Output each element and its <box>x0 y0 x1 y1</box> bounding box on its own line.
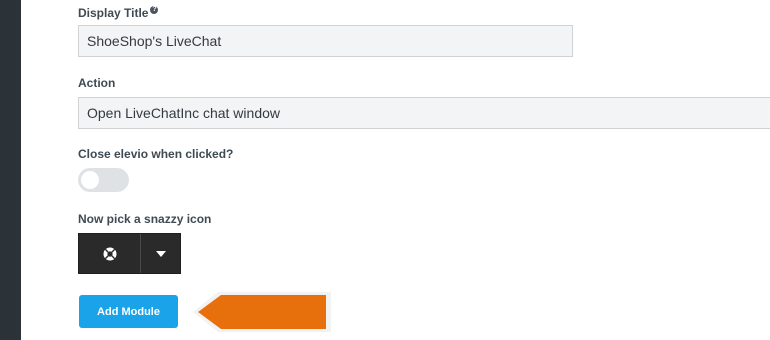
icon-picker-label: Now pick a snazzy icon <box>78 212 212 226</box>
display-title-value: ShoeShop's LiveChat <box>87 33 222 49</box>
lifebuoy-icon <box>103 247 116 260</box>
display-title-label-text: Display Title <box>78 6 149 20</box>
action-value: Open LiveChatInc chat window <box>87 105 280 121</box>
close-when-clicked-toggle[interactable] <box>78 168 129 192</box>
action-select[interactable]: Open LiveChatInc chat window <box>78 97 770 129</box>
display-title-label: Display Title? <box>78 6 159 20</box>
close-when-clicked-label: Close elevio when clicked? <box>78 147 234 161</box>
action-label: Action <box>78 76 116 90</box>
icon-picker[interactable] <box>78 233 181 274</box>
icon-picker-preview[interactable] <box>79 234 141 273</box>
add-module-button[interactable]: Add Module <box>79 295 178 328</box>
callout-arrow <box>193 292 331 332</box>
question-circle-icon[interactable]: ? <box>150 6 159 14</box>
display-title-input[interactable]: ShoeShop's LiveChat <box>78 25 573 57</box>
left-sidebar <box>0 0 21 340</box>
caret-down-icon <box>155 250 166 257</box>
icon-picker-dropdown[interactable] <box>141 234 180 273</box>
toggle-knob <box>81 171 99 189</box>
